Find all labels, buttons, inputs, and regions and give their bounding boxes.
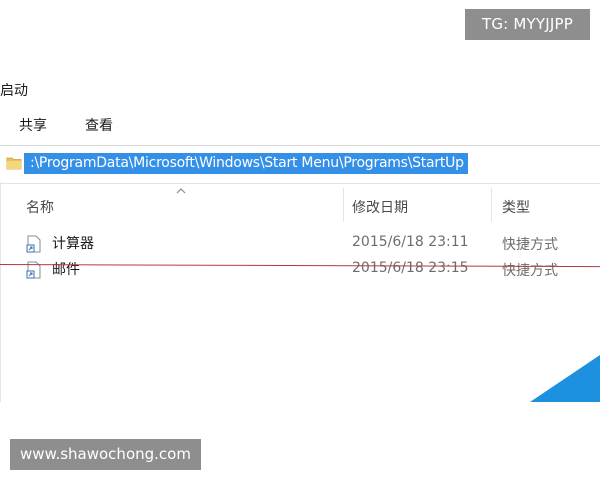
file-row-mail[interactable]: 邮件 2015/6/18 23:15 快捷方式 (0, 257, 600, 282)
explorer-screenshot: TG: MYYJJPP 启动 共享 查看 :\ProgramData\Micro… (0, 0, 600, 480)
watermark-telegram: TG: MYYJJPP (465, 9, 590, 40)
pane-border (0, 182, 1, 402)
column-separator[interactable] (343, 188, 344, 222)
column-header-name[interactable]: 名称 (26, 197, 54, 217)
address-bar[interactable]: :\ProgramData\Microsoft\Windows\Start Me… (0, 145, 600, 184)
file-row-calculator[interactable]: 计算器 2015/6/18 23:11 快捷方式 (0, 231, 600, 256)
file-name: 计算器 (52, 236, 94, 252)
blue-corner-decoration (530, 355, 600, 402)
address-path-text[interactable]: :\ProgramData\Microsoft\Windows\Start Me… (24, 153, 468, 174)
watermark-website: www.shawochong.com (10, 439, 201, 470)
file-type: 快捷方式 (502, 237, 558, 253)
file-type: 快捷方式 (502, 263, 558, 279)
window-title: 启动 (0, 83, 28, 99)
column-header-type[interactable]: 类型 (502, 197, 530, 217)
file-modified-date: 2015/6/18 23:15 (352, 260, 469, 276)
column-header-date-modified[interactable]: 修改日期 (352, 197, 408, 217)
column-separator[interactable] (491, 188, 492, 222)
file-name: 邮件 (52, 262, 80, 278)
tab-view[interactable]: 查看 (85, 115, 113, 135)
file-modified-date: 2015/6/18 23:11 (352, 234, 469, 250)
shortcut-icon (26, 235, 41, 253)
folder-icon (6, 157, 22, 170)
tab-share[interactable]: 共享 (19, 115, 47, 135)
sort-up-arrow-icon (176, 188, 186, 194)
